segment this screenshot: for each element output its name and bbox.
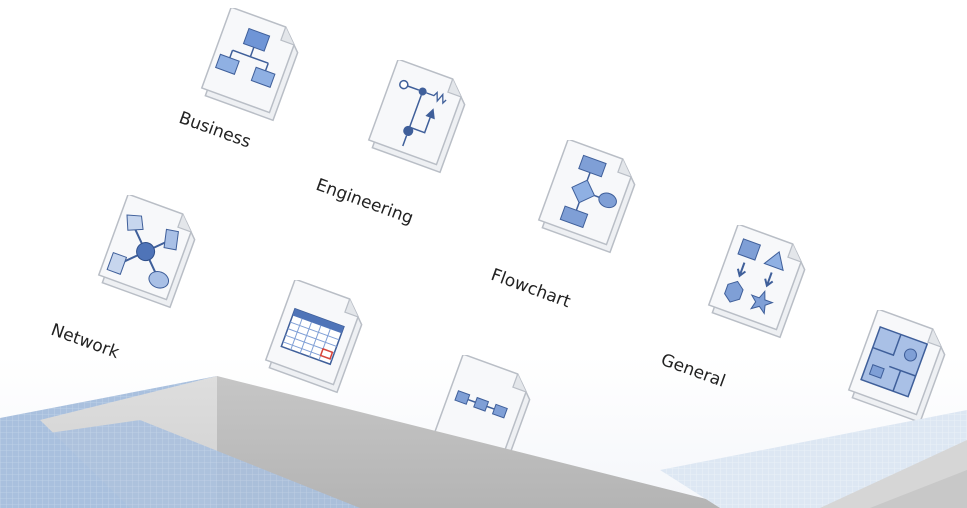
template-general[interactable]: General [658,225,855,392]
template-label: Maps a [808,438,872,478]
template-maps[interactable]: Maps a Fl [794,310,967,480]
template-label: Network [48,320,122,364]
template-label-second-line: Fl [794,456,815,480]
template-software[interactable] [430,355,580,508]
template-label: Flowchart [488,265,573,313]
engineering-diagram-icon [367,60,466,174]
network-diagram-icon [97,195,196,309]
flowchart-diagram-icon [537,140,636,254]
software-database-icon [432,355,531,469]
template-gallery: Business Engineering Flowchart General M… [0,0,967,508]
template-network[interactable]: Network [48,195,245,363]
general-shapes-icon [707,225,806,339]
calendar-schedule-icon [264,280,363,394]
template-label: Engineering [313,175,416,229]
business-diagram-icon [200,8,299,122]
template-flowchart[interactable]: Flowchart [488,140,685,312]
template-schedule[interactable] [262,280,412,440]
template-label: General [658,350,728,392]
maps-floorplan-icon [847,310,946,424]
template-business[interactable]: Business [176,8,348,168]
template-engineering[interactable]: Engineering [313,60,515,229]
